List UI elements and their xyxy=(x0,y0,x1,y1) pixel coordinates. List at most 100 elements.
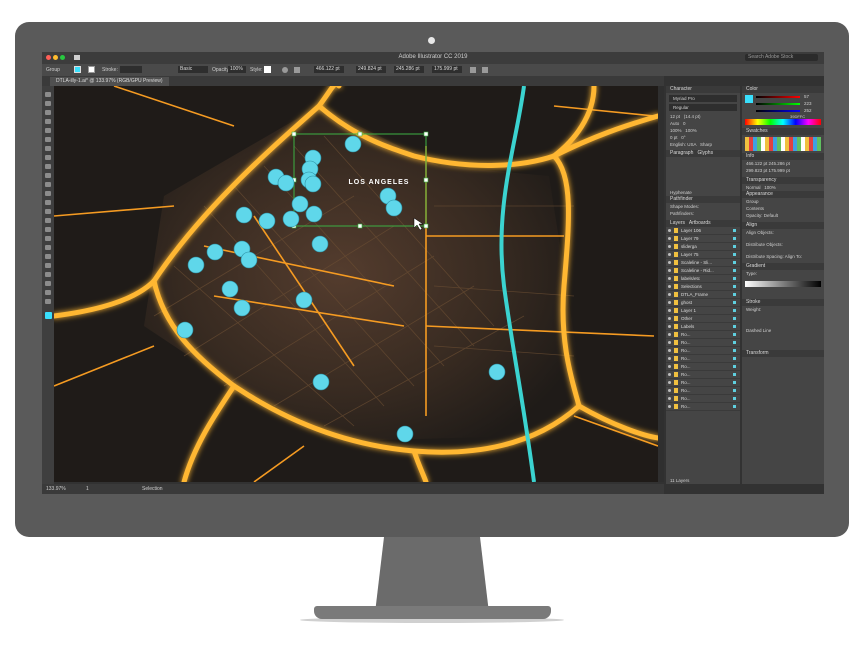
font-size-value[interactable]: 12 pt xyxy=(670,114,680,119)
layer-target-icon[interactable] xyxy=(733,365,736,368)
color-spectrum[interactable] xyxy=(745,119,821,125)
layer-target-icon[interactable] xyxy=(733,357,736,360)
location-marker[interactable] xyxy=(344,135,362,153)
transparency-panel-title[interactable]: Transparency xyxy=(742,177,824,184)
location-marker[interactable] xyxy=(221,280,239,298)
eyedropper-tool-icon[interactable] xyxy=(45,236,51,241)
layer-row[interactable]: Layer 75 xyxy=(666,251,740,259)
appearance-panel-title[interactable]: Appearance xyxy=(742,191,824,198)
layer-target-icon[interactable] xyxy=(733,309,736,312)
hyphenate-checkbox[interactable]: Hyphenate xyxy=(666,189,740,196)
width-tool-icon[interactable] xyxy=(45,191,51,196)
location-marker[interactable] xyxy=(258,212,276,230)
artboard-number[interactable]: 1 xyxy=(86,486,89,492)
document-tab[interactable]: DTLA-illy-1.ai* @ 133.97% (RGB/GPU Previ… xyxy=(50,77,169,86)
zoom-tool-icon[interactable] xyxy=(45,299,51,304)
rotate-tool-icon[interactable] xyxy=(45,173,51,178)
vertical-scale-value[interactable]: 100% xyxy=(670,128,682,133)
layer-target-icon[interactable] xyxy=(733,397,736,400)
stroke-panel-title[interactable]: Stroke xyxy=(742,299,824,306)
layer-row[interactable]: Ro... xyxy=(666,355,740,363)
eye-icon[interactable] xyxy=(668,373,671,376)
layer-target-icon[interactable] xyxy=(733,317,736,320)
layer-row[interactable]: Layer 79 xyxy=(666,235,740,243)
eye-icon[interactable] xyxy=(668,229,671,232)
eye-icon[interactable] xyxy=(668,253,671,256)
swatches-panel-title[interactable]: Swatches xyxy=(742,128,824,135)
layer-row[interactable]: Ro... xyxy=(666,395,740,403)
location-marker[interactable] xyxy=(295,291,313,309)
type-tool-icon[interactable] xyxy=(45,119,51,124)
layer-row[interactable]: sliderga xyxy=(666,243,740,251)
selection-tool-icon[interactable] xyxy=(45,92,51,97)
eye-icon[interactable] xyxy=(668,277,671,280)
stroke-weight-field[interactable] xyxy=(120,66,142,73)
shape-builder-tool-icon[interactable] xyxy=(45,209,51,214)
eye-icon[interactable] xyxy=(668,325,671,328)
symbol-sprayer-tool-icon[interactable] xyxy=(45,254,51,259)
layer-target-icon[interactable] xyxy=(733,269,736,272)
layer-target-icon[interactable] xyxy=(733,245,736,248)
graph-tool-icon[interactable] xyxy=(45,263,51,268)
mesh-tool-icon[interactable] xyxy=(45,218,51,223)
zoom-level[interactable]: 133.97% xyxy=(46,486,66,492)
baseline-value[interactable]: 0 pt xyxy=(670,135,678,140)
layer-target-icon[interactable] xyxy=(733,373,736,376)
red-value[interactable]: 57 xyxy=(804,93,809,100)
free-transform-tool-icon[interactable] xyxy=(45,200,51,205)
location-marker[interactable] xyxy=(311,235,329,253)
artboard-tool-icon[interactable] xyxy=(45,272,51,277)
layer-target-icon[interactable] xyxy=(733,277,736,280)
gradient-tool-icon[interactable] xyxy=(45,227,51,232)
layer-row[interactable]: Ro... xyxy=(666,379,740,387)
layer-row[interactable]: Ro... xyxy=(666,387,740,395)
pencil-tool-icon[interactable] xyxy=(45,155,51,160)
stroke-swatch[interactable] xyxy=(88,66,95,73)
hex-value[interactable]: 39DFFC xyxy=(790,113,805,120)
tab-artboards[interactable]: Artboards xyxy=(689,220,711,226)
layer-row[interactable]: Ro... xyxy=(666,363,740,371)
slice-tool-icon[interactable] xyxy=(45,281,51,286)
location-marker[interactable] xyxy=(240,251,258,269)
layer-row[interactable]: labels/etc xyxy=(666,275,740,283)
font-style-dropdown[interactable]: Regular xyxy=(669,104,737,111)
eye-icon[interactable] xyxy=(668,333,671,336)
location-marker[interactable] xyxy=(176,321,194,339)
pen-tool-icon[interactable] xyxy=(45,110,51,115)
character-panel-title[interactable]: Character xyxy=(666,86,740,93)
transparency-opacity[interactable]: 100% xyxy=(764,185,776,190)
eye-icon[interactable] xyxy=(668,237,671,240)
recolor-icon[interactable] xyxy=(282,67,288,73)
color-panel-title[interactable]: Color xyxy=(742,86,824,93)
eye-icon[interactable] xyxy=(668,381,671,384)
layer-row[interactable]: Layer 1 xyxy=(666,307,740,315)
isolate-icon[interactable] xyxy=(482,67,488,73)
tab-layers[interactable]: Layers xyxy=(670,220,685,226)
layer-row[interactable]: Selections xyxy=(666,283,740,291)
layer-row[interactable]: Layer 106 xyxy=(666,227,740,235)
blue-value[interactable]: 252 xyxy=(804,107,812,114)
eye-icon[interactable] xyxy=(668,341,671,344)
artboard-canvas[interactable]: LOS ANGELES xyxy=(54,86,658,482)
location-marker[interactable] xyxy=(235,206,253,224)
location-marker[interactable] xyxy=(305,205,323,223)
antialias-dropdown[interactable]: Sharp xyxy=(700,142,712,147)
fill-color-icon[interactable] xyxy=(45,312,52,319)
eye-icon[interactable] xyxy=(668,245,671,248)
location-marker[interactable] xyxy=(277,174,295,192)
line-tool-icon[interactable] xyxy=(45,128,51,133)
location-marker[interactable] xyxy=(396,425,414,443)
current-tool[interactable]: Selection xyxy=(142,486,163,492)
direct-selection-tool-icon[interactable] xyxy=(45,101,51,106)
font-family-dropdown[interactable]: Myriad Pro xyxy=(669,95,737,102)
x-field[interactable]: 466.122 pt xyxy=(314,66,344,73)
scale-tool-icon[interactable] xyxy=(45,182,51,187)
layer-row[interactable]: Labels xyxy=(666,323,740,331)
layer-target-icon[interactable] xyxy=(733,229,736,232)
tab-glyphs[interactable]: Glyphs xyxy=(698,150,714,156)
pathfinder-panel-title[interactable]: Pathfinder xyxy=(666,196,740,203)
appearance-opacity[interactable]: Opacity: Default xyxy=(742,212,824,219)
location-marker[interactable] xyxy=(312,373,330,391)
layer-target-icon[interactable] xyxy=(733,237,736,240)
location-marker[interactable] xyxy=(233,299,251,317)
